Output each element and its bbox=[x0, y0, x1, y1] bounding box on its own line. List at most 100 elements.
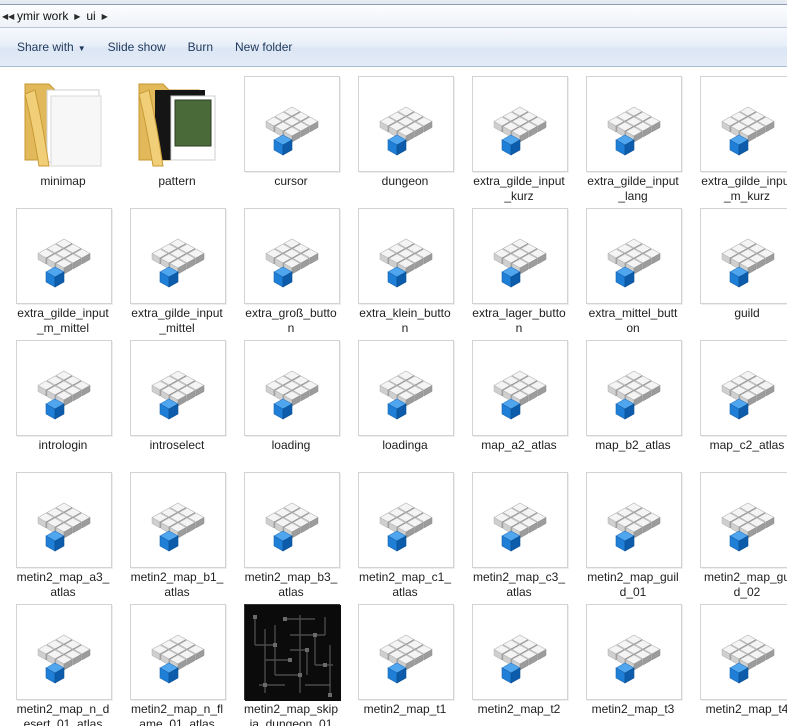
3d-model-file-icon bbox=[130, 340, 226, 436]
file-item[interactable]: metin2_map_t1 bbox=[343, 600, 457, 726]
file-name-label: map_b2_atlas bbox=[577, 438, 689, 453]
file-item[interactable]: extra_gilde_input _mittel bbox=[115, 204, 229, 335]
3d-model-file-icon bbox=[244, 76, 340, 172]
file-item[interactable]: extra_gilde_input _m_mittel bbox=[1, 204, 115, 335]
file-name-line: intrologin bbox=[38, 438, 88, 452]
file-item[interactable]: metin2_map_guil d_01 bbox=[571, 468, 685, 599]
file-name-line: loading bbox=[271, 438, 311, 452]
file-name-line: metin2_map_b1_ bbox=[130, 570, 224, 584]
file-name-label: minimap bbox=[7, 174, 119, 189]
file-item[interactable]: metin2_map_gu d_02 bbox=[685, 468, 787, 600]
3d-model-file-icon bbox=[472, 472, 568, 568]
share-with-button[interactable]: Share with ▼ bbox=[6, 37, 97, 57]
3d-model-file-icon bbox=[130, 604, 226, 700]
file-name-line: metin2_map_c3_ bbox=[472, 570, 566, 584]
file-item[interactable]: minimap bbox=[1, 72, 115, 202]
3d-model-file-icon bbox=[16, 472, 112, 568]
file-name-label: guild bbox=[691, 306, 787, 321]
file-item[interactable]: extra_mittel_butt on bbox=[571, 204, 685, 335]
file-item[interactable]: metin2_map_t4 bbox=[685, 600, 787, 726]
file-name-line: extra_groß_butto bbox=[245, 306, 337, 320]
file-item[interactable]: metin2_map_b3_ atlas bbox=[229, 468, 343, 599]
file-item[interactable]: metin2_map_c1_ atlas bbox=[343, 468, 457, 599]
3d-model-file-icon bbox=[586, 472, 682, 568]
3d-model-file-icon bbox=[700, 340, 787, 436]
file-item[interactable]: metin2_map_n_fl ame_01_atlas bbox=[115, 600, 229, 726]
command-bar: Share with ▼ Slide show Burn New folder bbox=[0, 28, 787, 67]
file-name-line: extra_klein_butto bbox=[359, 306, 451, 320]
3d-model-file-icon bbox=[586, 604, 682, 700]
file-item[interactable]: extra_klein_butto n bbox=[343, 204, 457, 335]
file-name-label: extra_groß_butto n bbox=[235, 306, 347, 336]
file-name-line: ia_dungeon_01 bbox=[249, 717, 333, 726]
file-name-label: cursor bbox=[235, 174, 347, 189]
file-name-label: metin2_map_t4 bbox=[691, 702, 787, 717]
3d-model-file-icon bbox=[358, 472, 454, 568]
burn-button[interactable]: Burn bbox=[177, 37, 224, 57]
file-name-label: metin2_map_gu d_02 bbox=[691, 570, 787, 600]
breadcrumb-separator-icon[interactable]: ▶ bbox=[71, 12, 83, 21]
file-item[interactable]: metin2_map_t2 bbox=[457, 600, 571, 726]
file-name-line: atlas bbox=[50, 585, 76, 599]
file-name-line: metin2_map_t3 bbox=[591, 702, 675, 716]
file-item[interactable]: map_b2_atlas bbox=[571, 336, 685, 466]
file-name-line: _kurz bbox=[504, 189, 534, 203]
file-name-label: map_c2_atlas bbox=[691, 438, 787, 453]
3d-model-file-icon bbox=[358, 76, 454, 172]
slide-show-button[interactable]: Slide show bbox=[97, 37, 177, 57]
file-item[interactable]: map_c2_atlas bbox=[685, 336, 787, 466]
file-item[interactable]: guild bbox=[685, 204, 787, 334]
file-item[interactable]: extra_gilde_input _lang bbox=[571, 72, 685, 203]
file-name-line: map_b2_atlas bbox=[595, 438, 671, 452]
breadcrumb-separator-icon[interactable]: ▶ bbox=[99, 12, 111, 21]
file-name-line: metin2_map_b3_ bbox=[244, 570, 338, 584]
3d-model-file-icon bbox=[358, 208, 454, 304]
file-name-line: metin2_map_t4 bbox=[705, 702, 787, 716]
file-item[interactable]: map_a2_atlas bbox=[457, 336, 571, 466]
file-name-line: metin2_map_a3_ bbox=[16, 570, 110, 584]
3d-model-file-icon bbox=[472, 76, 568, 172]
breadcrumb-ui[interactable]: ui bbox=[83, 9, 98, 23]
file-name-line: metin2_map_skip bbox=[243, 702, 339, 716]
file-name-line: guild bbox=[734, 306, 760, 320]
breadcrumb-ymir-work[interactable]: ymir work bbox=[14, 9, 71, 23]
file-item[interactable]: metin2_map_c3_ atlas bbox=[457, 468, 571, 599]
file-name-label: metin2_map_c3_ atlas bbox=[463, 570, 575, 600]
file-item[interactable]: extra_gilde_input _m_kurz bbox=[685, 72, 787, 203]
file-name-label: metin2_map_n_d esert_01_atlas bbox=[7, 702, 119, 726]
file-item[interactable]: dungeon bbox=[343, 72, 457, 202]
file-item[interactable]: cursor bbox=[229, 72, 343, 202]
file-name-line: _lang bbox=[618, 189, 648, 203]
file-item[interactable]: extra_lager_butto n bbox=[457, 204, 571, 335]
file-name-line: _mittel bbox=[159, 321, 195, 335]
file-item[interactable]: metin2_map_a3_ atlas bbox=[1, 468, 115, 599]
3d-model-file-icon bbox=[358, 340, 454, 436]
folder-preview-icon bbox=[133, 74, 223, 174]
file-item[interactable]: metin2_map_n_d esert_01_atlas bbox=[1, 600, 115, 726]
3d-model-file-icon bbox=[130, 472, 226, 568]
file-name-line: metin2_map_c1_ bbox=[358, 570, 452, 584]
file-item[interactable]: metin2_map_b1_ atlas bbox=[115, 468, 229, 599]
address-bar[interactable]: ◀◀ ymir work ▶ ui ▶ bbox=[0, 4, 787, 28]
file-name-line: _m_kurz bbox=[723, 189, 770, 203]
3d-model-file-icon bbox=[244, 340, 340, 436]
file-view[interactable]: minimap pattern cursor dungeon extra_gilde_i… bbox=[0, 68, 787, 726]
3d-model-file-icon bbox=[358, 604, 454, 700]
file-item[interactable]: metin2_map_t3 bbox=[571, 600, 685, 726]
3d-model-file-icon bbox=[586, 208, 682, 304]
file-item[interactable]: loading bbox=[229, 336, 343, 466]
new-folder-button[interactable]: New folder bbox=[224, 37, 303, 57]
chevron-down-icon: ▼ bbox=[77, 44, 86, 53]
file-item[interactable]: extra_groß_butto n bbox=[229, 204, 343, 335]
file-name-label: extra_gilde_input _m_mittel bbox=[7, 306, 119, 336]
breadcrumb-overflow-icon[interactable]: ◀◀ bbox=[2, 12, 14, 21]
file-item[interactable]: introselect bbox=[115, 336, 229, 466]
file-name-label: pattern bbox=[121, 174, 233, 189]
file-name-label: extra_klein_butto n bbox=[349, 306, 461, 336]
file-item[interactable]: pattern bbox=[115, 72, 229, 202]
file-item[interactable]: metin2_map_skip ia_dungeon_01 bbox=[229, 600, 343, 726]
file-item[interactable]: extra_gilde_input _kurz bbox=[457, 72, 571, 203]
file-item[interactable]: loadinga bbox=[343, 336, 457, 466]
file-item[interactable]: intrologin bbox=[1, 336, 115, 466]
file-name-label: extra_gilde_input _mittel bbox=[121, 306, 233, 336]
